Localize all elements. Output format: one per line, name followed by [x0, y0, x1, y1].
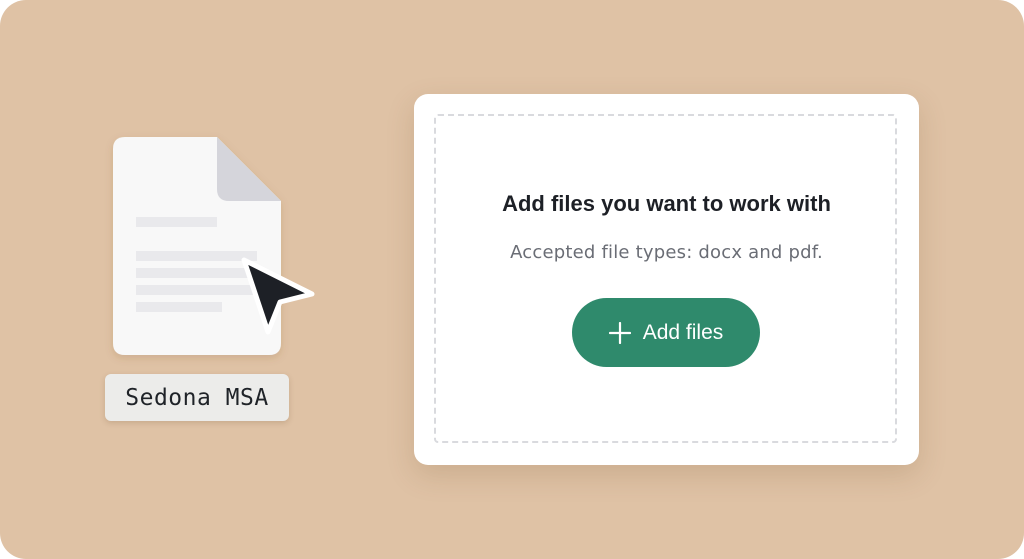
upload-card: Add files you want to work with Accepted…	[414, 94, 919, 465]
plus-icon	[608, 321, 631, 344]
file-name-label: Sedona MSA	[105, 374, 289, 421]
file-dropzone[interactable]	[434, 114, 897, 443]
add-files-label: Add files	[642, 320, 724, 344]
cursor-arrow-icon	[236, 256, 318, 336]
upload-title: Add files you want to work with	[502, 191, 831, 216]
accepted-file-types: Accepted file types: docx and pdf.	[510, 242, 823, 263]
file-name-text: Sedona MSA	[125, 384, 269, 411]
canvas: Sedona MSA Add files you want to work wi…	[0, 0, 1024, 559]
add-files-button[interactable]: Add files	[572, 298, 760, 367]
